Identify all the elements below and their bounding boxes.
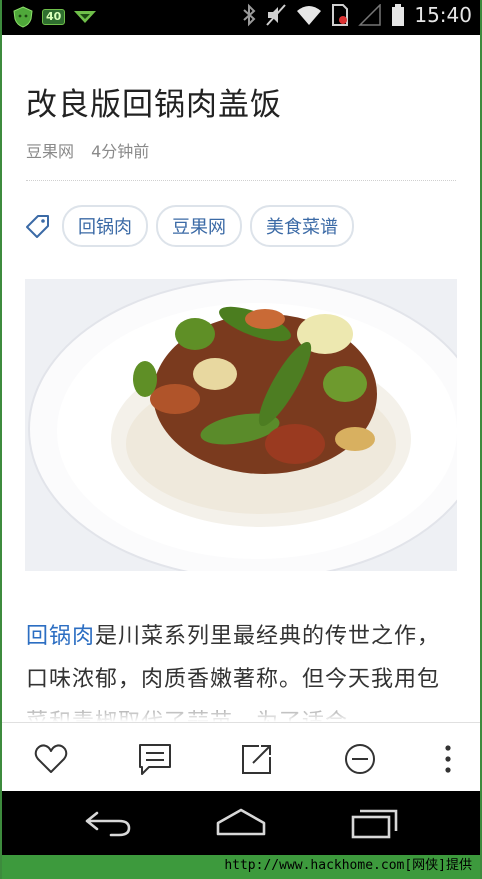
status-bar: 40 15:40 xyxy=(0,0,482,35)
article-time: 4分钟前 xyxy=(91,142,150,161)
more-icon[interactable] xyxy=(430,741,466,777)
downloads-icon xyxy=(74,11,97,23)
action-bar xyxy=(0,722,482,791)
article-meta: 豆果网 4分钟前 xyxy=(26,138,149,162)
minus-circle-icon[interactable] xyxy=(342,741,378,777)
content-fade xyxy=(0,690,482,722)
battery-icon xyxy=(392,4,405,26)
back-icon[interactable] xyxy=(83,807,133,839)
tag-item[interactable]: 回锅肉 xyxy=(62,205,148,247)
home-icon[interactable] xyxy=(215,807,267,839)
android-shield-icon xyxy=(13,6,33,28)
divider xyxy=(26,180,456,181)
comment-icon[interactable] xyxy=(137,741,173,777)
article-content[interactable]: 改良版回锅肉盖饭 豆果网 4分钟前 回锅肉 豆果网 美食菜谱 回锅肉是川菜系列里… xyxy=(0,35,482,755)
recents-icon[interactable] xyxy=(350,807,400,839)
badge-icon: 40 xyxy=(42,9,66,25)
wifi-icon xyxy=(297,6,322,25)
signal-icon xyxy=(358,4,382,26)
share-icon[interactable] xyxy=(239,741,275,777)
bluetooth-icon xyxy=(243,3,256,27)
tag-list: 回锅肉 豆果网 美食菜谱 xyxy=(24,205,362,247)
tag-icon xyxy=(26,215,49,238)
nav-bar xyxy=(0,790,482,855)
heart-icon[interactable] xyxy=(33,741,69,777)
body-link[interactable]: 回锅肉 xyxy=(26,624,95,649)
clock: 15:40 xyxy=(414,3,472,27)
footer-watermark: http://www.hackhome.com[网侠]提供 xyxy=(0,855,482,879)
no-sim-icon xyxy=(332,4,349,26)
dish-photo xyxy=(25,279,457,571)
tag-item[interactable]: 豆果网 xyxy=(156,205,242,247)
article-title: 改良版回锅肉盖饭 xyxy=(26,87,282,123)
mute-icon xyxy=(266,4,287,26)
article-source: 豆果网 xyxy=(26,142,75,161)
tag-item[interactable]: 美食菜谱 xyxy=(250,205,354,247)
